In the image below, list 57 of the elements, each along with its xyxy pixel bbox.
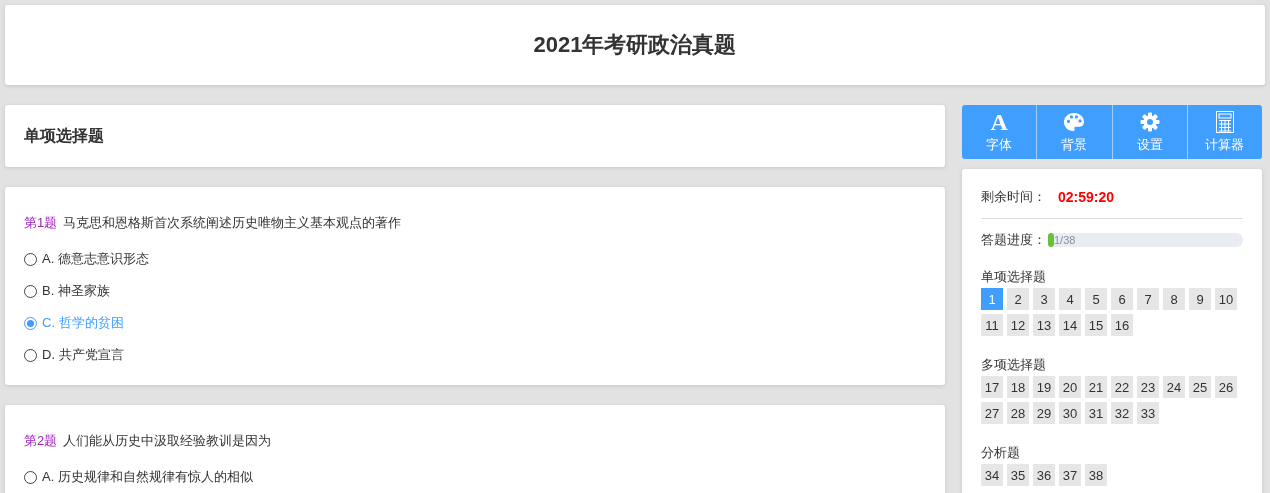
- question-link[interactable]: 30: [1059, 402, 1081, 424]
- question-link[interactable]: 35: [1007, 464, 1029, 486]
- question-link[interactable]: 24: [1163, 376, 1185, 398]
- question-text: 马克思和恩格斯首次系统阐述历史唯物主义基本观点的著作: [63, 214, 402, 232]
- question-link[interactable]: 23: [1137, 376, 1159, 398]
- question-link[interactable]: 28: [1007, 402, 1029, 424]
- question-link[interactable]: 19: [1033, 376, 1055, 398]
- question-link[interactable]: 12: [1007, 314, 1029, 336]
- font-icon: A: [990, 110, 1008, 133]
- group-title: 多项选择题: [981, 356, 1047, 374]
- progress-label: 答题进度：: [981, 231, 1046, 249]
- option-label[interactable]: D. 共产党宣言: [42, 346, 124, 364]
- section-title: 单项选择题: [24, 125, 104, 146]
- question-link[interactable]: 36: [1033, 464, 1055, 486]
- palette-icon: [1063, 111, 1086, 132]
- option-label[interactable]: B. 神圣家族: [42, 282, 110, 300]
- question-link[interactable]: 7: [1137, 288, 1159, 310]
- question-link[interactable]: 9: [1189, 288, 1211, 310]
- question-link[interactable]: 14: [1059, 314, 1081, 336]
- progress-reading: 1/38: [1054, 233, 1076, 247]
- question-link[interactable]: 15: [1085, 314, 1107, 336]
- question-link[interactable]: 21: [1085, 376, 1107, 398]
- question-link[interactable]: 16: [1111, 314, 1133, 336]
- group-title: 单项选择题: [981, 268, 1047, 286]
- question-link[interactable]: 20: [1059, 376, 1081, 398]
- question-link[interactable]: 37: [1059, 464, 1081, 486]
- question-link[interactable]: 27: [981, 402, 1003, 424]
- question-link[interactable]: 38: [1085, 464, 1107, 486]
- question-link[interactable]: 4: [1059, 288, 1081, 310]
- timer-label: 剩余时间：: [981, 188, 1046, 206]
- option-label[interactable]: A. 历史规律和自然规律有惊人的相似: [42, 468, 253, 486]
- question-link[interactable]: 31: [1085, 402, 1107, 424]
- question-link[interactable]: 10: [1215, 288, 1237, 310]
- group-title: 分析题: [981, 444, 1021, 462]
- question-number: 第1题: [24, 214, 58, 232]
- question-link[interactable]: 13: [1033, 314, 1055, 336]
- question-link[interactable]: 32: [1111, 402, 1133, 424]
- timer-value: 02:59:20: [1058, 189, 1115, 205]
- question-link[interactable]: 17: [981, 376, 1003, 398]
- question-link[interactable]: 8: [1163, 288, 1185, 310]
- question-link[interactable]: 5: [1085, 288, 1107, 310]
- question-text: 人们能从历史中汲取经验教训是因为: [63, 432, 272, 450]
- question-number: 第2题: [24, 432, 58, 450]
- question-link[interactable]: 26: [1215, 376, 1237, 398]
- question-link[interactable]: 25: [1189, 376, 1211, 398]
- page-title: 2021年考研政治真题: [533, 31, 737, 59]
- calculator-icon: [1215, 110, 1234, 133]
- question-link[interactable]: 22: [1111, 376, 1133, 398]
- question-link[interactable]: 29: [1033, 402, 1055, 424]
- question-link[interactable]: 6: [1111, 288, 1133, 310]
- question-link[interactable]: 33: [1137, 402, 1159, 424]
- option-label[interactable]: A. 德意志意识形态: [42, 250, 149, 268]
- question-link[interactable]: 18: [1007, 376, 1029, 398]
- question-link[interactable]: 34: [981, 464, 1003, 486]
- question-link[interactable]: 11: [981, 314, 1003, 336]
- question-link[interactable]: 2: [1007, 288, 1029, 310]
- question-link[interactable]: 3: [1033, 288, 1055, 310]
